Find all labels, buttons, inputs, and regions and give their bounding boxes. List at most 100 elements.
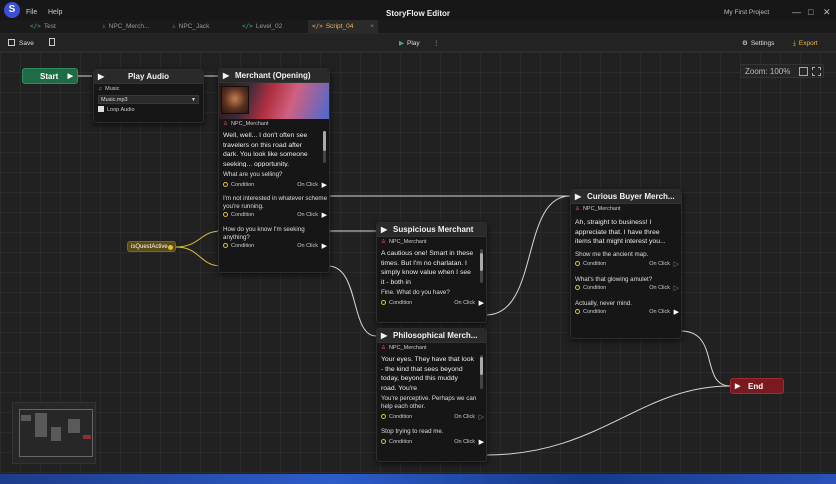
input-port-icon[interactable]: ▶ xyxy=(381,329,387,343)
choice-text: You're perceptive. Perhaps we can help e… xyxy=(381,395,477,410)
loop-checkbox[interactable] xyxy=(98,106,104,112)
play-icon: ▶ xyxy=(399,40,404,47)
philosophical-merchant-node[interactable]: ▶ Philosophical Merch... ♙ NPC_Merchant Yo… xyxy=(376,328,487,462)
tab-npc-jack[interactable]: ♙ NPC_Jack xyxy=(168,20,238,34)
output-port-icon[interactable]: ▷ xyxy=(479,413,484,422)
choice-condition-row[interactable]: Condition On Click ▶ xyxy=(219,242,329,251)
fullscreen-icon[interactable] xyxy=(812,67,821,76)
choice-condition-row[interactable]: Condition On Click ▷ xyxy=(571,284,681,293)
dialogue-body: A cautious one! Smart in these times. Bu… xyxy=(381,250,474,286)
text-scrollbar[interactable] xyxy=(323,131,326,163)
export-label: Export xyxy=(798,40,818,47)
condition-label: Condition xyxy=(389,300,413,306)
speaker-name: NPC_Merchant xyxy=(230,121,269,127)
character-icon: ♙ xyxy=(102,23,106,30)
code-icon: </> xyxy=(30,23,41,30)
condition-port-icon[interactable] xyxy=(168,245,173,250)
settings-button[interactable]: ⚙ Settings xyxy=(742,38,774,49)
document-button[interactable] xyxy=(49,38,55,49)
export-button[interactable]: ⤓ Export xyxy=(793,38,818,49)
is-quest-active-node[interactable]: isQuestActive xyxy=(127,241,176,252)
music-label: Music xyxy=(105,86,120,92)
output-port-icon[interactable]: ▶ xyxy=(322,211,327,220)
more-options-icon[interactable]: ⋮ xyxy=(433,38,440,49)
speaker-row: ♙ NPC_Merchant xyxy=(219,119,329,129)
node-header: ▶ Curious Buyer Merch... xyxy=(571,190,681,204)
input-port-icon[interactable]: ▶ xyxy=(575,190,581,204)
tab-close-icon[interactable]: × xyxy=(370,20,374,34)
on-click-label: On Click xyxy=(297,212,318,218)
output-port-icon[interactable]: ▷ xyxy=(674,260,679,269)
wire-suspicious-curious xyxy=(485,195,571,316)
condition-label: Condition xyxy=(231,243,255,249)
dialogue-text: A cautious one! Smart in these times. Bu… xyxy=(377,247,486,287)
tab-test[interactable]: </> Test xyxy=(26,20,96,34)
start-node[interactable]: Start ▶ xyxy=(22,68,78,84)
choice-condition-row[interactable]: Condition On Click ▷ xyxy=(571,260,681,269)
output-port-icon[interactable]: ▷ xyxy=(674,284,679,293)
fit-view-icon[interactable] xyxy=(799,67,808,76)
character-icon: ♙ xyxy=(381,345,386,351)
output-port-icon[interactable]: ▶ xyxy=(479,438,484,447)
tab-label: Test xyxy=(43,23,56,30)
node-canvas[interactable]: Zoom: 100% Start ▶ ▶ Play Audio ♫ Music Mu… xyxy=(0,52,836,474)
minimap-viewport[interactable] xyxy=(19,409,93,457)
condition-label: Condition xyxy=(231,182,255,188)
audio-file-value: Music.mp3 xyxy=(101,97,128,103)
close-icon[interactable]: ✕ xyxy=(823,7,831,18)
speaker-name: NPC_Merchant xyxy=(582,206,621,212)
export-icon: ⤓ xyxy=(793,40,796,47)
input-port-icon[interactable]: ▶ xyxy=(381,223,387,237)
output-port-icon[interactable]: ▶ xyxy=(322,181,327,190)
choice-condition-row[interactable]: Condition On Click ▶ xyxy=(219,181,329,190)
wire-cond-choice3 xyxy=(175,246,222,267)
condition-label: Condition xyxy=(389,439,413,445)
choice-condition-row[interactable]: Condition On Click ▶ xyxy=(219,211,329,220)
desktop-taskbar-edge xyxy=(0,474,836,484)
dialogue-body: Ah, straight to business! I appreciate t… xyxy=(575,219,666,245)
choice-text: I'm not interested in whatever scheme yo… xyxy=(223,195,328,210)
start-label: Start xyxy=(40,72,59,81)
choice-text: What are you selling? xyxy=(223,171,283,178)
project-name[interactable]: My First Project xyxy=(724,9,769,16)
tab-npc-merchant[interactable]: ♙ NPC_Merch... xyxy=(98,20,168,34)
portrait-image xyxy=(221,86,249,114)
wire-cond-choice2 xyxy=(175,230,222,248)
tab-script-04[interactable]: </> Script_04 × xyxy=(308,20,378,34)
output-port-icon[interactable]: ▶ xyxy=(322,242,327,251)
minimap[interactable] xyxy=(12,402,96,464)
node-title: Merchant (Opening) xyxy=(235,71,311,80)
end-node[interactable]: ▶ End xyxy=(730,378,784,394)
node-header: ▶ Merchant (Opening) xyxy=(219,69,329,83)
output-port-icon[interactable]: ▶ xyxy=(479,299,484,308)
suspicious-merchant-node[interactable]: ▶ Suspicious Merchant ♙ NPC_Merchant A cau… xyxy=(376,222,487,323)
save-icon xyxy=(8,39,15,46)
document-icon xyxy=(49,38,55,46)
save-button[interactable]: Save xyxy=(8,38,34,49)
play-audio-node[interactable]: ▶ Play Audio ♫ Music Music.mp3 ▼ Loop Audi… xyxy=(93,69,204,123)
choice-condition-row[interactable]: Condition On Click ▶ xyxy=(377,438,486,447)
play-button[interactable]: ▶ Play xyxy=(399,38,420,49)
minimize-icon[interactable]: — xyxy=(792,7,801,17)
input-port-icon[interactable]: ▶ xyxy=(735,379,740,394)
node-header: ▶ Play Audio xyxy=(94,70,203,84)
choice-condition-row[interactable]: Condition On Click ▷ xyxy=(377,413,486,422)
audio-file-select[interactable]: Music.mp3 ▼ xyxy=(98,95,199,104)
condition-icon xyxy=(381,439,386,444)
text-scrollbar[interactable] xyxy=(480,355,483,389)
choice-condition-row[interactable]: Condition On Click ▶ xyxy=(571,308,681,317)
input-port-icon[interactable]: ▶ xyxy=(223,69,229,83)
text-scrollbar[interactable] xyxy=(480,249,483,283)
output-port-icon[interactable]: ▶ xyxy=(674,308,679,317)
loop-audio-row[interactable]: Loop Audio xyxy=(94,105,203,115)
tab-level-02[interactable]: </> Level_02 xyxy=(238,20,308,34)
output-port-icon[interactable]: ▶ xyxy=(68,69,73,84)
merchant-opening-node[interactable]: ▶ Merchant (Opening) ♙ NPC_Merchant Well, … xyxy=(218,68,330,273)
input-port-icon[interactable]: ▶ xyxy=(98,70,104,84)
maximize-icon[interactable]: □ xyxy=(808,7,813,17)
node-header: ▶ Suspicious Merchant xyxy=(377,223,486,237)
node-title: Philosophical Merch... xyxy=(393,331,478,340)
choice-condition-row[interactable]: Condition On Click ▶ xyxy=(377,299,486,308)
character-icon: ♙ xyxy=(172,23,176,30)
curious-buyer-merchant-node[interactable]: ▶ Curious Buyer Merch... ♙ NPC_Merchant Ah… xyxy=(570,189,682,339)
